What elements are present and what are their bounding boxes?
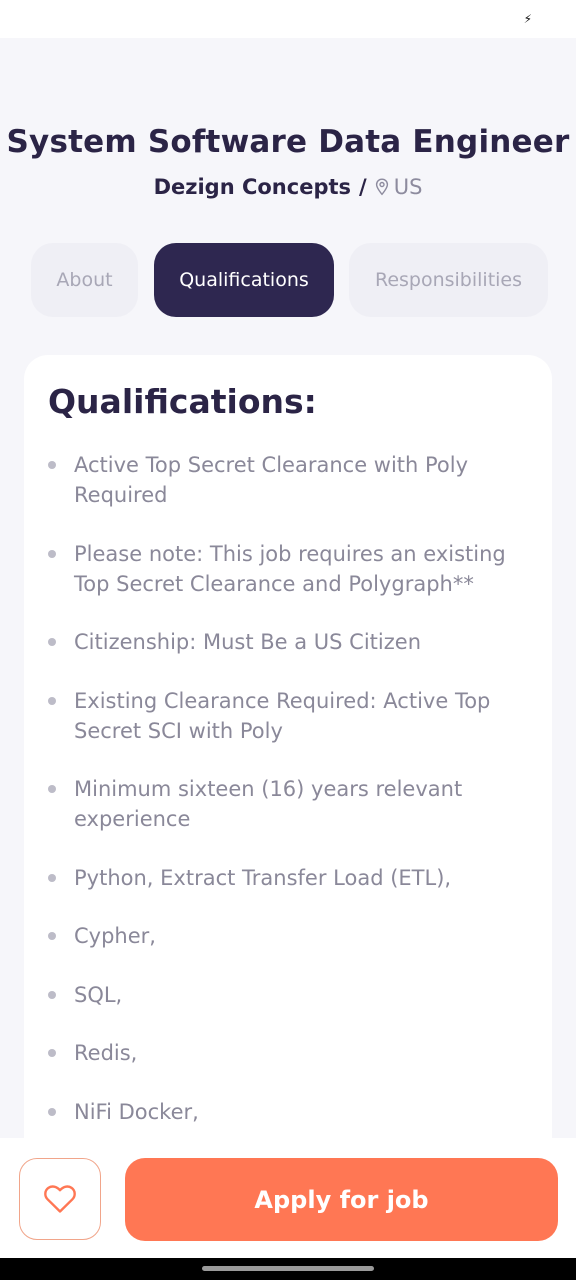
tab-about[interactable]: About [31,243,138,317]
list-item: Redis, [24,1038,552,1068]
qualifications-card[interactable]: Qualifications: Active Top Secret Cleara… [24,355,552,1185]
list-item-text: SQL, [74,982,123,1007]
list-item-text: NiFi Docker, [74,1099,199,1124]
job-title: System Software Data Engineer [6,124,570,160]
list-item-text: Redis, [74,1041,138,1065]
tab-about-label: About [56,269,113,291]
qualifications-list: Active Top Secret Clearance with Poly Re… [24,450,552,1155]
location: US [375,172,423,202]
bullet-icon [48,638,56,646]
tab-qualifications-label: Qualifications [179,269,309,291]
list-item: Active Top Secret Clearance with Poly Re… [24,450,552,510]
bullet-icon [48,932,56,940]
tab-responsibilities-label: Responsibilities [374,269,523,291]
apply-button[interactable]: Apply for job [125,1158,558,1241]
list-item-text: Minimum sixteen (16) years relevant expe… [74,777,463,831]
company-name: Dezign Concepts [153,175,352,199]
home-indicator[interactable] [202,1266,374,1271]
list-item: Existing Clearance Required: Active Top … [24,686,552,746]
list-item: Cypher, [24,921,552,951]
list-item-text: Please note: This job requires an existi… [74,541,506,596]
apply-button-label: Apply for job [254,1185,429,1214]
status-bar: ⚡︎ [0,0,576,38]
favorite-button[interactable] [19,1158,101,1240]
list-item: Please note: This job requires an existi… [24,539,552,599]
list-item: Citizenship: Must Be a US Citizen [24,627,552,657]
list-item: Python, Extract Transfer Load (ETL), [24,863,552,893]
bullet-icon [48,461,56,469]
job-header: System Software Data Engineer Dezign Con… [0,120,576,202]
bullet-icon [48,990,56,999]
separator: / [359,175,367,199]
map-pin-icon [375,178,388,196]
bullet-icon [48,1107,56,1116]
list-item: SQL, [24,980,552,1010]
list-item-text: Existing Clearance Required: Active Top … [74,688,491,743]
company-row: Dezign Concepts / US [0,172,576,202]
heart-icon [44,1185,76,1213]
bolt-icon: ⚡︎ [523,12,532,26]
list-item-text: Python, Extract Transfer Load (ETL), [74,865,452,890]
bullet-icon [48,873,56,882]
list-item: NiFi Docker, [24,1097,552,1127]
location-label: US [393,175,423,199]
bullet-icon [48,696,56,705]
tab-bar: About Qualifications Responsibilities [0,243,576,317]
tab-qualifications[interactable]: Qualifications [154,243,334,317]
list-item-text: Cypher, [74,924,156,948]
list-item-text: Citizenship: Must Be a US Citizen [74,630,422,654]
bullet-icon [48,1049,56,1057]
bullet-icon [48,785,56,793]
list-item-text: Active Top Secret Clearance with Poly Re… [74,453,469,507]
list-item: Minimum sixteen (16) years relevant expe… [24,774,552,834]
tab-responsibilities[interactable]: Responsibilities [349,243,548,317]
system-nav-bar [0,1258,576,1280]
bullet-icon [48,549,56,558]
bottom-action-bar: Apply for job [0,1138,576,1258]
qualifications-title: Qualifications: [48,382,317,421]
